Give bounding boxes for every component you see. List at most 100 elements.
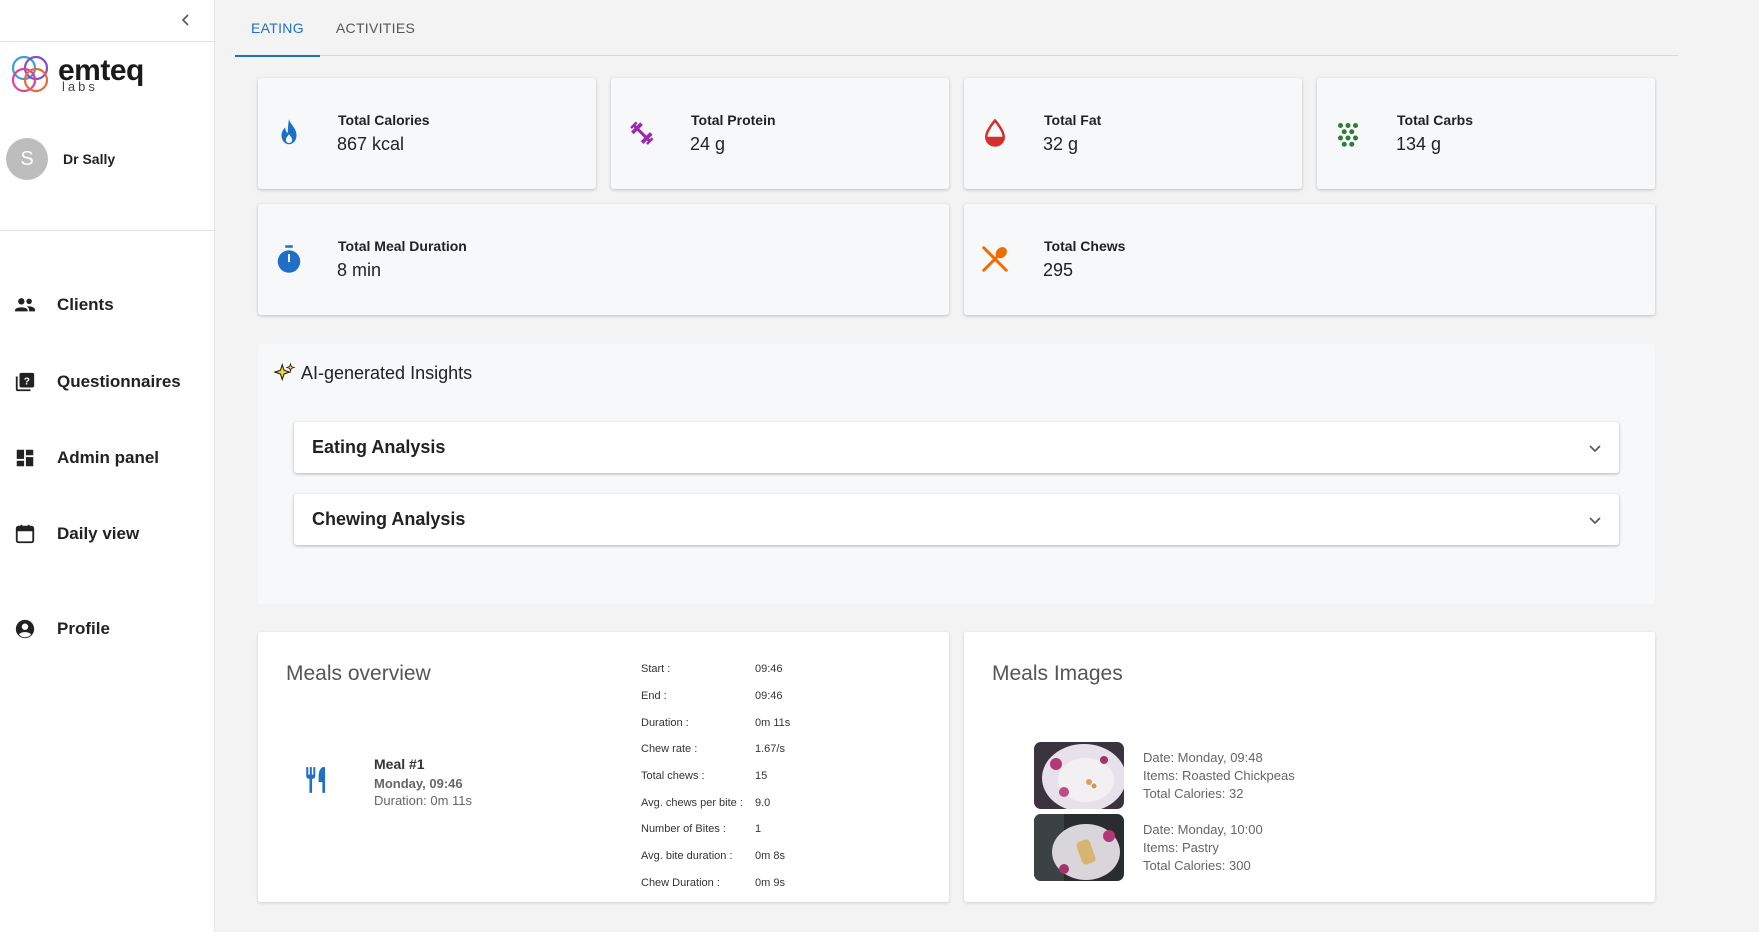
divider <box>0 230 214 231</box>
svg-text:?: ? <box>24 376 30 387</box>
detail-value: 1 <box>755 823 762 836</box>
detail-value: 1.67/s <box>755 743 785 756</box>
detail-row: End : 09:46 <box>641 683 790 710</box>
sidebar-item-profile[interactable]: Profile <box>14 618 110 640</box>
image-date: Date: Monday, 10:00 <box>1143 821 1263 837</box>
grain-icon <box>1338 123 1358 147</box>
stat-value: 295 <box>1043 260 1074 280</box>
emteq-logo-icon <box>11 55 49 93</box>
insights-heading: AI-generated Insights <box>274 362 472 384</box>
stat-card-carbs: Total Carbs 134 g <box>1317 78 1655 189</box>
sidebar-item-questionnaires[interactable]: ? Questionnaires <box>14 371 181 393</box>
detail-row: Duration : 0m 11s <box>641 709 790 736</box>
meal-name: Meal #1 <box>374 756 425 772</box>
detail-value: 09:46 <box>755 690 783 703</box>
stat-card-fat: Total Fat 32 g <box>964 78 1302 189</box>
main-content: EATING ACTIVITIES Total Calories 867 kca… <box>215 0 1759 932</box>
detail-value: 15 <box>755 770 768 783</box>
detail-key: Duration : <box>641 716 689 729</box>
detail-key: End : <box>641 690 667 703</box>
collapse-sidebar-button[interactable] <box>174 8 198 32</box>
detail-row: Total chews : 15 <box>641 763 790 790</box>
stat-value: 134 g <box>1396 134 1442 154</box>
restaurant-icon <box>306 767 326 793</box>
stat-title: Total Carbs <box>1397 112 1473 128</box>
dashboard-icon <box>16 449 34 467</box>
stat-title: Total Protein <box>691 112 776 128</box>
meals-overview-panel: Meals overview Meal #1 Monday, 09:46 Dur… <box>258 632 949 902</box>
chewing-analysis-accordion[interactable]: Chewing Analysis <box>294 494 1619 545</box>
account-circle-icon <box>15 619 35 639</box>
meal-duration: Duration: 0m 11s <box>374 793 473 808</box>
detail-key: Total chews : <box>641 770 705 783</box>
sidebar-item-label: Daily view <box>57 524 140 543</box>
detail-row: Start : 09:46 <box>641 656 790 683</box>
detail-value: 9.0 <box>755 796 771 809</box>
user-name: Dr Sally <box>63 151 116 167</box>
sidebar: emteq labs S Dr Sally Clients ? Question… <box>0 0 215 932</box>
sidebar-item-admin-panel[interactable]: Admin panel <box>14 447 159 469</box>
tab-eating[interactable]: EATING <box>235 0 320 57</box>
panel-title: Meals Images <box>992 662 1123 685</box>
stat-card-calories: Total Calories 867 kcal <box>258 78 596 189</box>
detail-row: Chew rate : 1.67/s <box>641 736 790 763</box>
stat-card-protein: Total Protein 24 g <box>611 78 949 189</box>
sidebar-item-daily-view[interactable]: Daily view <box>14 523 139 545</box>
chevron-down-icon <box>1589 444 1601 452</box>
tab-activities[interactable]: ACTIVITIES <box>320 0 431 56</box>
detail-row: Avg. bite duration : 0m 8s <box>641 843 790 870</box>
fork-spoon-icon <box>982 246 1008 272</box>
stat-title: Total Meal Duration <box>338 238 467 254</box>
sparkles-icon <box>274 362 296 382</box>
stat-value: 24 g <box>690 134 726 154</box>
sidebar-item-label: Questionnaires <box>57 372 181 391</box>
chevron-left-icon <box>181 14 189 26</box>
stat-title: Total Fat <box>1044 112 1102 128</box>
accordion-label: Eating Analysis <box>312 437 446 457</box>
detail-value: 0m 11s <box>755 716 791 729</box>
detail-key: Avg. bite duration : <box>641 850 733 863</box>
stat-card-chews: Total Chews 295 <box>964 204 1655 315</box>
stat-value: 8 min <box>337 260 382 280</box>
detail-row: Number of Bites : 1 <box>641 816 790 843</box>
eating-analysis-accordion[interactable]: Eating Analysis <box>294 422 1619 473</box>
detail-key: Start : <box>641 663 671 676</box>
detail-key: Avg. chews per bite : <box>641 796 743 809</box>
meal-details: Start : 09:46 End : 09:46 Duration : 0m 11s… <box>641 656 790 896</box>
tab-bar: EATING ACTIVITIES <box>235 0 1678 57</box>
meal-item[interactable]: Meal #1 Monday, 09:46 Duration: 0m 11s <box>304 756 472 808</box>
user-info: S Dr Sally <box>6 138 115 180</box>
meal-image-item[interactable]: Date: Monday, 09:48 Items: Roasted Chick… <box>1034 742 1295 809</box>
detail-key: Chew rate : <box>641 743 698 756</box>
meals-images-panel: Meals Images Date: Monday, 09:48 Items: … <box>964 632 1655 902</box>
quiz-icon: ? <box>15 372 35 392</box>
detail-row: Chew Duration : 0m 9s <box>641 870 790 897</box>
stat-value: 867 kcal <box>337 134 405 154</box>
stat-title: Total Chews <box>1044 238 1126 254</box>
ai-insights-panel: AI-generated Insights Eating Analysis Ch… <box>258 344 1655 604</box>
sidebar-item-label: Admin panel <box>57 448 160 467</box>
insights-title: AI-generated Insights <box>301 362 473 383</box>
fire-icon <box>281 119 297 145</box>
image-date: Date: Monday, 09:48 <box>1143 749 1263 765</box>
meal-image-item[interactable]: Date: Monday, 10:00 Items: Pastry Total … <box>1034 814 1263 881</box>
detail-key: Chew Duration : <box>641 876 720 889</box>
panel-title: Meals overview <box>286 662 431 685</box>
image-calories: Total Calories: 32 <box>1143 785 1244 801</box>
avatar: S <box>6 138 48 180</box>
detail-value: 0m 8s <box>755 850 785 863</box>
sidebar-item-label: Clients <box>57 295 114 314</box>
image-calories: Total Calories: 300 <box>1143 857 1251 873</box>
meal-photo[interactable] <box>1034 814 1124 881</box>
calendar-icon <box>15 524 35 544</box>
people-icon <box>14 298 36 312</box>
meal-photo[interactable] <box>1034 742 1124 809</box>
detail-value: 09:46 <box>755 663 783 676</box>
image-items: Items: Roasted Chickpeas <box>1143 767 1295 783</box>
timer-icon <box>277 245 301 273</box>
sidebar-item-clients[interactable]: Clients <box>14 294 114 316</box>
stat-title: Total Calories <box>338 112 430 128</box>
detail-key: Number of Bites : <box>641 823 726 836</box>
detail-value: 0m 9s <box>755 876 785 889</box>
sidebar-item-label: Profile <box>57 619 110 638</box>
